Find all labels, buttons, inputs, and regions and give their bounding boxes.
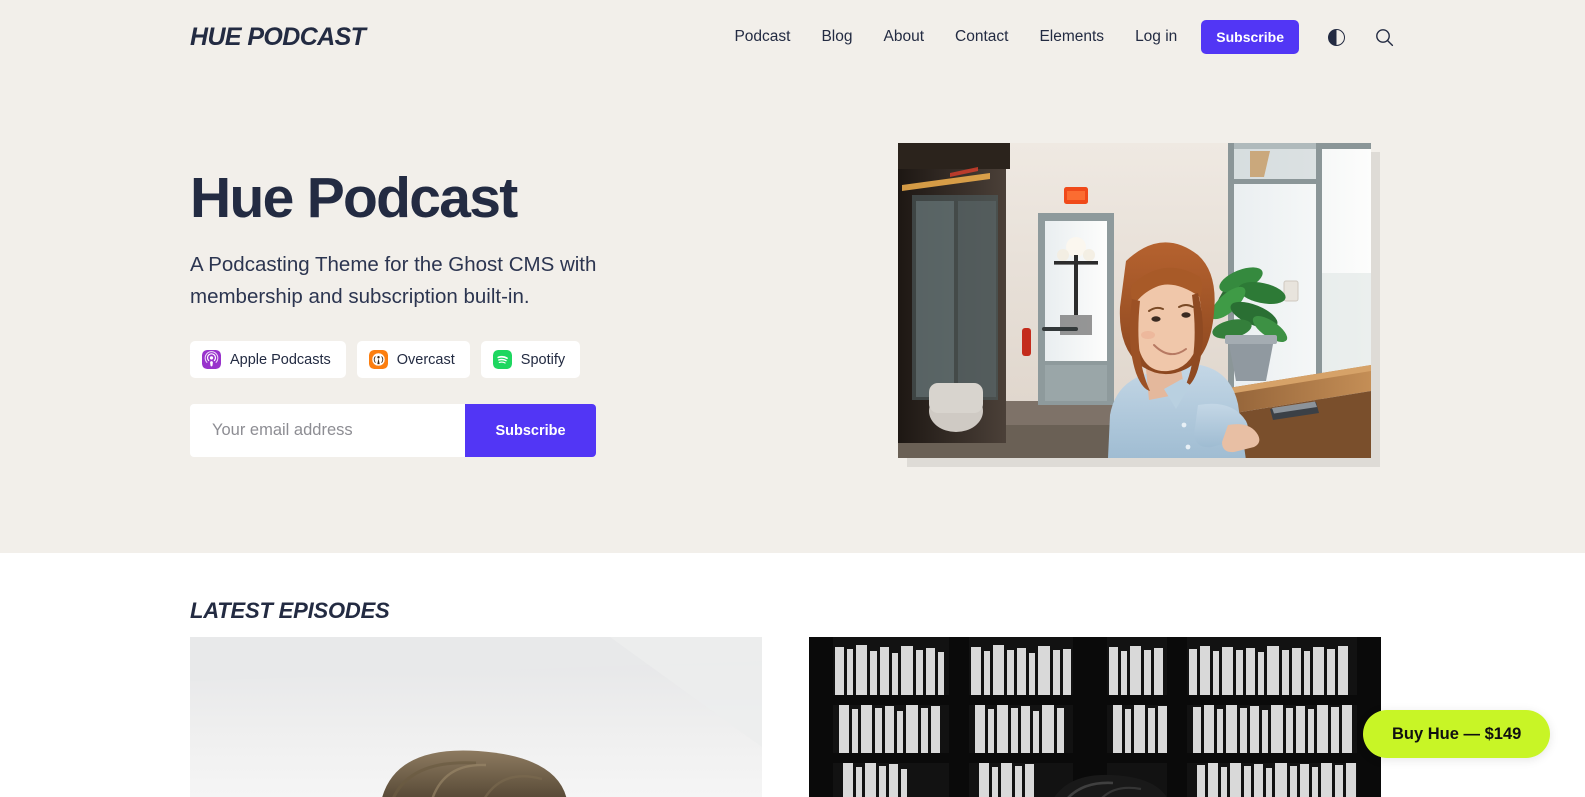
header-nav-wrap: Podcast Blog About Contact Elements Log … — [734, 20, 1395, 54]
apple-podcasts-icon — [202, 350, 221, 370]
spotify-link[interactable]: Spotify — [480, 341, 581, 379]
episode-card-list — [190, 637, 1381, 797]
hero-subscribe-button[interactable]: Subscribe — [465, 404, 596, 458]
search-button[interactable] — [1373, 26, 1395, 48]
search-icon — [1375, 28, 1393, 46]
nav-item-blog[interactable]: Blog — [821, 28, 852, 46]
buy-hue-button[interactable]: Buy Hue — $149 — [1363, 710, 1551, 758]
hero-subtitle: A Podcasting Theme for the Ghost CMS wit… — [190, 252, 597, 308]
half-circle-contrast-icon — [1327, 28, 1345, 46]
nav-item-login[interactable]: Log in — [1135, 28, 1177, 46]
episode-card-1[interactable] — [190, 637, 762, 797]
nav-link-contact[interactable]: Contact — [955, 28, 1008, 45]
nav-item-podcast[interactable]: Podcast — [734, 28, 790, 46]
nav-item-elements[interactable]: Elements — [1039, 28, 1104, 46]
hero-photo — [898, 143, 1371, 458]
nav-link-blog[interactable]: Blog — [821, 28, 852, 45]
episode-card-2[interactable] — [809, 637, 1381, 797]
site-logo[interactable]: HUE PODCAST — [190, 23, 366, 52]
episode-card-1-image — [190, 637, 762, 797]
email-input[interactable] — [190, 404, 465, 458]
nav-item-contact[interactable]: Contact — [955, 28, 1008, 46]
hero-image — [898, 143, 1371, 458]
podcast-platform-links: Apple Podcasts Overcast Spotify — [190, 341, 790, 379]
hero-subscribe-form: Subscribe — [190, 404, 596, 458]
overcast-icon — [368, 350, 388, 370]
nav-link-elements[interactable]: Elements — [1039, 28, 1104, 45]
overcast-link[interactable]: Overcast — [356, 341, 470, 379]
page-title: Hue Podcast — [190, 166, 518, 230]
nav-link-about[interactable]: About — [884, 28, 925, 45]
overcast-label: Overcast — [396, 351, 455, 368]
spotify-icon — [492, 350, 512, 370]
section-heading-latest-episodes: LATEST EPISODES — [190, 598, 390, 623]
episode-card-2-image — [809, 637, 1381, 797]
header-subscribe-button[interactable]: Subscribe — [1201, 20, 1299, 54]
theme-toggle-button[interactable] — [1325, 26, 1347, 48]
apple-podcasts-link[interactable]: Apple Podcasts — [190, 341, 346, 379]
nav-link-login[interactable]: Log in — [1135, 28, 1177, 45]
apple-podcasts-label: Apple Podcasts — [230, 351, 331, 368]
nav-link-podcast[interactable]: Podcast — [734, 28, 790, 45]
spotify-label: Spotify — [520, 351, 566, 368]
hero-content: Hue Podcast A Podcasting Theme for the G… — [190, 166, 790, 458]
main-navigation: Podcast Blog About Contact Elements Log … — [734, 28, 1177, 46]
page-root: HUE PODCAST Podcast Blog About Contact E… — [0, 0, 1585, 797]
latest-episodes-section: LATEST EPISODES — [0, 553, 1585, 797]
nav-item-about[interactable]: About — [884, 28, 925, 46]
hero-image-wrap — [898, 143, 1380, 467]
site-header: HUE PODCAST Podcast Blog About Contact E… — [0, 0, 1585, 74]
